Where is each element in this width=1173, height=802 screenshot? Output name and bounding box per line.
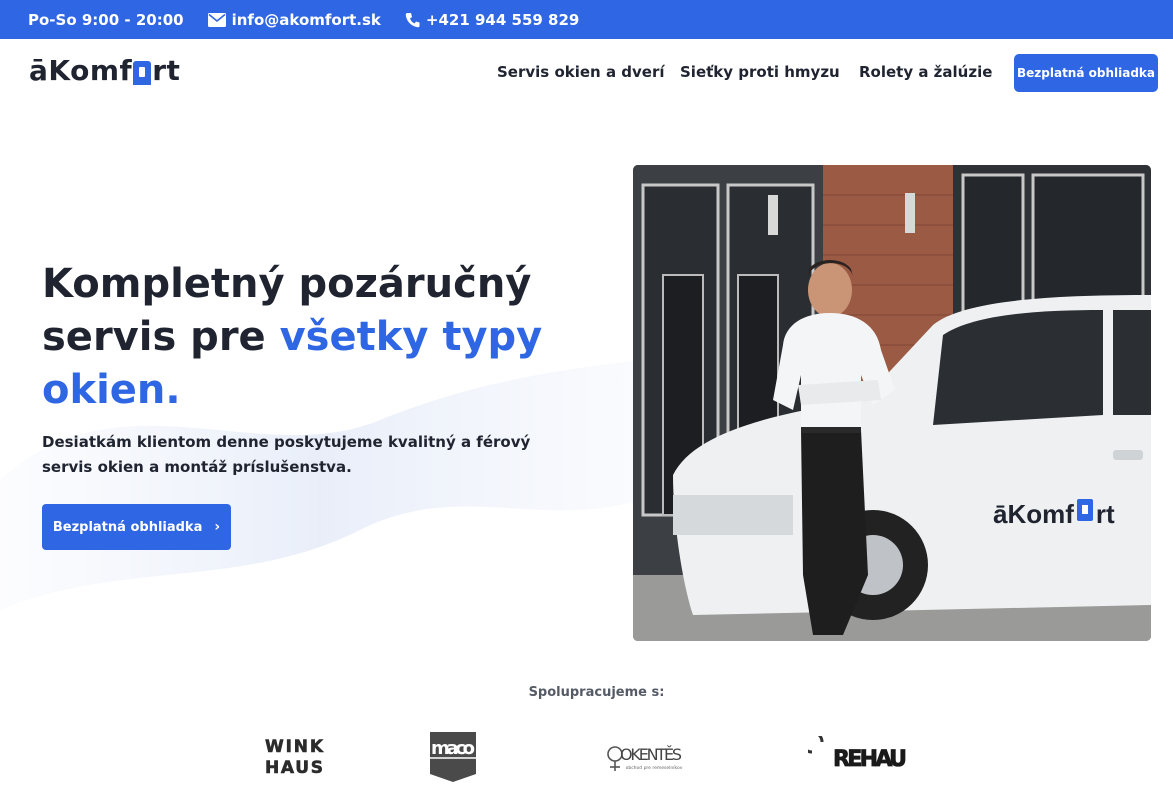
header-cta-button[interactable]: Bezplatná obhliadka (1014, 54, 1158, 92)
nav-item-blinds[interactable]: Rolety a žalúzie (859, 63, 992, 81)
topbar: Po-So 9:00 - 20:00 info@akomfort.sk +421… (0, 0, 1173, 39)
site-logo[interactable]: āKomf rt (29, 53, 180, 87)
mail-icon (207, 12, 226, 27)
site-header: āKomf rt Servis okien a dverí Sieťky prot… (0, 39, 1173, 109)
door-icon (133, 61, 152, 85)
phone-icon (405, 12, 420, 27)
svg-text:WINK: WINK (265, 737, 324, 757)
svg-text:obchod pre remeselníkov: obchod pre remeselníkov (626, 764, 683, 771)
logo-text-end: rt (152, 54, 181, 87)
headline-line-1: Kompletný pozáručný (42, 261, 532, 307)
nav-item-insect-screens[interactable]: Sieťky proti hmyzu (680, 63, 840, 81)
rehau-logo: REHAU (808, 736, 907, 772)
hero-description: Desiatkám klientom denne poskytujeme kva… (42, 433, 531, 476)
svg-text:HAUS: HAUS (265, 758, 323, 777)
van-logo: āKomf rt (993, 499, 1115, 529)
phone-link[interactable]: +421 944 559 829 (405, 11, 579, 29)
technician-with-van-image: āKomf rt (633, 165, 1151, 641)
headline-accent-1: všetky typy (279, 314, 543, 360)
hero-photo: āKomf rt (633, 165, 1151, 641)
nav-item-windows-service[interactable]: Servis okien a dverí (497, 63, 665, 81)
email-text: info@akomfort.sk (231, 10, 381, 29)
chevron-right-icon: › (214, 519, 221, 535)
email-link[interactable]: info@akomfort.sk (207, 10, 381, 29)
maco-logo: maco (430, 732, 476, 782)
opening-hours-text: Po-So 9:00 - 20:00 (28, 10, 184, 29)
okentes-logo: OKENTĚS obchod pre remeselníkov (607, 745, 683, 771)
svg-text:maco: maco (431, 738, 475, 759)
partners-heading: Spolupracujeme s: (528, 685, 665, 700)
hero-headline: Kompletný pozáručný servis pre všetky ty… (42, 258, 562, 417)
phone-text: +421 944 559 829 (425, 10, 580, 29)
winkhaus-logo: WINK HAUS (265, 737, 324, 777)
hero-cta-button[interactable]: Bezplatná obhliadka › (42, 504, 231, 550)
svg-text:REHAU: REHAU (833, 747, 907, 772)
hero-cta-label: Bezplatná obhliadka (52, 519, 203, 535)
svg-text:OKENTĚS: OKENTĚS (620, 745, 682, 764)
opening-hours: Po-So 9:00 - 20:00 (28, 11, 184, 29)
logo-text-start: āKomf (29, 54, 133, 87)
headline-accent-2: okien. (42, 367, 181, 413)
headline-line-2: servis pre (42, 314, 280, 360)
